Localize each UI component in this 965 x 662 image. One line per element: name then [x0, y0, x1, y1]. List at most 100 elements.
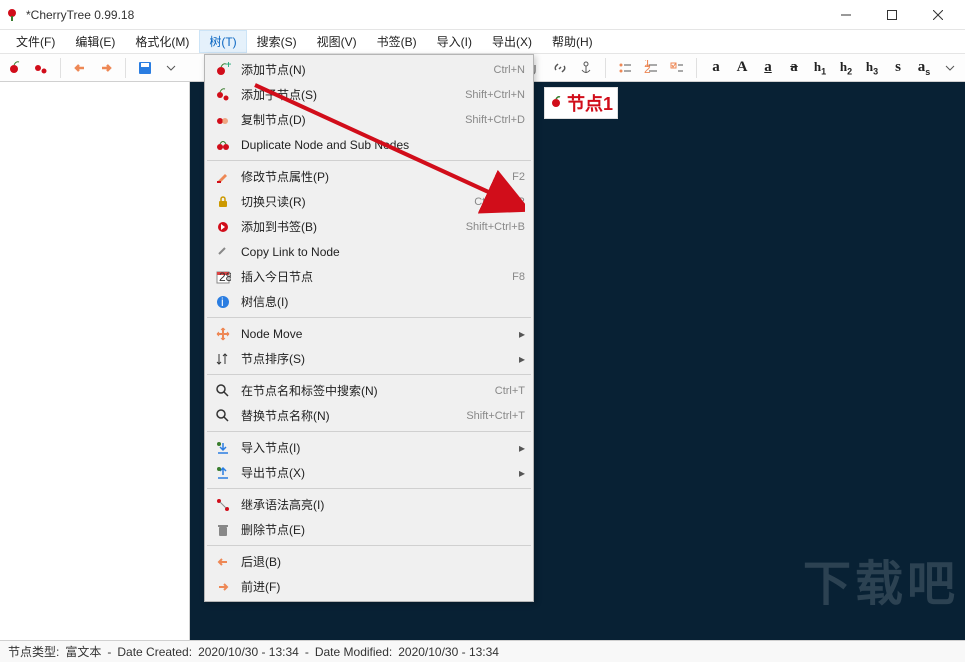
- menu-item-继承语法高亮(I)[interactable]: 继承语法高亮(I): [205, 492, 533, 517]
- menu-item-9[interactable]: 帮助(H): [542, 30, 603, 53]
- menu-item-label: 前进(F): [241, 578, 525, 595]
- close-button[interactable]: [915, 0, 961, 30]
- menu-item-label: 修改节点属性(P): [241, 168, 512, 185]
- title-bar: *CherryTree 0.99.18: [0, 0, 965, 30]
- app-icon: [4, 7, 20, 23]
- menu-item-shortcut: Ctrl+Alt+R: [474, 196, 525, 208]
- menu-item-添加节点(N)[interactable]: +添加节点(N)Ctrl+N: [205, 57, 533, 82]
- menu-item-前进(F)[interactable]: 前进(F): [205, 574, 533, 599]
- window-title: *CherryTree 0.99.18: [26, 8, 823, 22]
- menu-item-6[interactable]: 书签(B): [367, 30, 427, 53]
- toolbar-separator: [60, 58, 61, 78]
- menu-item-Duplicate Node and Sub Nodes[interactable]: Duplicate Node and Sub Nodes: [205, 132, 533, 157]
- menu-item-7[interactable]: 导入(I): [427, 30, 482, 53]
- format-underline[interactable]: a: [759, 59, 777, 77]
- menu-item-label: 添加到书签(B): [241, 218, 466, 235]
- menu-item-label: 导入节点(I): [241, 439, 513, 456]
- menu-item-复制节点(D)[interactable]: 复制节点(D)Shift+Ctrl+D: [205, 107, 533, 132]
- link-icon[interactable]: [551, 59, 569, 77]
- menu-item-label: 在节点名和标签中搜索(N): [241, 382, 495, 399]
- menu-item-2[interactable]: 格式化(M): [125, 30, 199, 53]
- format-strike[interactable]: a: [785, 59, 803, 77]
- menu-item-Copy Link to Node[interactable]: Copy Link to Node: [205, 239, 533, 264]
- menu-item-4[interactable]: 搜索(S): [247, 30, 307, 53]
- menu-item-导出节点(X)[interactable]: 导出节点(X)▸: [205, 460, 533, 485]
- menu-divider: [207, 160, 531, 161]
- tree-sidebar[interactable]: [0, 82, 190, 640]
- cherry-add-icon[interactable]: [6, 59, 24, 77]
- format-h2[interactable]: h2: [837, 59, 855, 77]
- menu-item-导入节点(I)[interactable]: 导入节点(I)▸: [205, 435, 533, 460]
- menu-item-shortcut: F2: [512, 171, 525, 183]
- menu-item-label: 添加节点(N): [241, 61, 494, 78]
- menu-item-label: 节点排序(S): [241, 350, 513, 367]
- info-icon: i: [213, 294, 233, 310]
- format-small[interactable]: s: [889, 59, 907, 77]
- menu-item-label: Copy Link to Node: [241, 245, 525, 259]
- save-dropdown-icon[interactable]: [162, 59, 180, 77]
- menu-bar: 文件(F)编辑(E)格式化(M)树(T)搜索(S)视图(V)书签(B)导入(I)…: [0, 30, 965, 54]
- bullet-icon[interactable]: [616, 59, 634, 77]
- forward-icon[interactable]: [97, 59, 115, 77]
- minimize-button[interactable]: [823, 0, 869, 30]
- menu-item-label: 树信息(I): [241, 293, 525, 310]
- search-icon: [213, 408, 233, 424]
- forward-icon: [213, 579, 233, 595]
- cherry-copy-icon: [213, 112, 233, 128]
- node-title: 节点1: [567, 90, 613, 116]
- menu-item-shortcut: Ctrl+T: [495, 385, 525, 397]
- watermark: 下载吧: [803, 544, 959, 614]
- menu-item-3[interactable]: 树(T): [199, 30, 246, 53]
- format-dropdown-icon[interactable]: [941, 59, 959, 77]
- status-type-label: 节点类型:: [8, 643, 59, 660]
- format-a1[interactable]: a: [707, 59, 725, 77]
- menu-item-添加子节点(S)[interactable]: 添加子节点(S)Shift+Ctrl+N: [205, 82, 533, 107]
- svg-text:i: i: [221, 295, 224, 309]
- anchor-icon[interactable]: [577, 59, 595, 77]
- menu-item-替换节点名称(N)[interactable]: 替换节点名称(N)Shift+Ctrl+T: [205, 403, 533, 428]
- menu-item-label: 替换节点名称(N): [241, 407, 466, 424]
- link-icon: [213, 244, 233, 260]
- numbered-icon[interactable]: 12: [642, 59, 660, 77]
- menu-item-切换只读(R)[interactable]: 切换只读(R)Ctrl+Alt+R: [205, 189, 533, 214]
- menu-divider: [207, 317, 531, 318]
- toolbar-separator: [605, 58, 606, 78]
- menu-item-删除节点(E)[interactable]: 删除节点(E): [205, 517, 533, 542]
- format-sup[interactable]: as: [915, 59, 933, 77]
- format-h1[interactable]: h1: [811, 59, 829, 77]
- cherry-child-icon[interactable]: [32, 59, 50, 77]
- menu-item-后退(B)[interactable]: 后退(B): [205, 549, 533, 574]
- menu-item-label: 删除节点(E): [241, 521, 525, 538]
- node-header: 节点1: [544, 87, 618, 119]
- menu-item-修改节点属性(P)[interactable]: 修改节点属性(P)F2: [205, 164, 533, 189]
- menu-item-插入今日节点[interactable]: 28插入今日节点F8: [205, 264, 533, 289]
- save-icon[interactable]: [136, 59, 154, 77]
- menu-item-Node Move[interactable]: Node Move▸: [205, 321, 533, 346]
- export-icon: [213, 465, 233, 481]
- menu-item-label: 添加子节点(S): [241, 86, 465, 103]
- back-icon[interactable]: [71, 59, 89, 77]
- menu-item-添加到书签(B)[interactable]: 添加到书签(B)Shift+Ctrl+B: [205, 214, 533, 239]
- menu-item-0[interactable]: 文件(F): [6, 30, 65, 53]
- paint-icon: [213, 169, 233, 185]
- menu-item-5[interactable]: 视图(V): [307, 30, 367, 53]
- toolbar-separator: [696, 58, 697, 78]
- format-h3[interactable]: h3: [863, 59, 881, 77]
- menu-item-8[interactable]: 导出(X): [482, 30, 542, 53]
- svg-text:+: +: [225, 62, 231, 71]
- status-modified-label: Date Modified:: [315, 645, 392, 659]
- menu-item-节点排序(S)[interactable]: 节点排序(S)▸: [205, 346, 533, 371]
- menu-item-树信息(I)[interactable]: i 树信息(I): [205, 289, 533, 314]
- menu-item-label: Duplicate Node and Sub Nodes: [241, 138, 525, 152]
- toolbar-separator: [125, 58, 126, 78]
- search-icon: [213, 383, 233, 399]
- maximize-button[interactable]: [869, 0, 915, 30]
- submenu-arrow-icon: ▸: [519, 327, 525, 341]
- todo-icon[interactable]: [668, 59, 686, 77]
- menu-item-1[interactable]: 编辑(E): [65, 30, 125, 53]
- cherry-child-icon: [213, 87, 233, 103]
- menu-divider: [207, 374, 531, 375]
- menu-item-label: 插入今日节点: [241, 268, 512, 285]
- format-a2[interactable]: A: [733, 59, 751, 77]
- menu-item-在节点名和标签中搜索(N)[interactable]: 在节点名和标签中搜索(N)Ctrl+T: [205, 378, 533, 403]
